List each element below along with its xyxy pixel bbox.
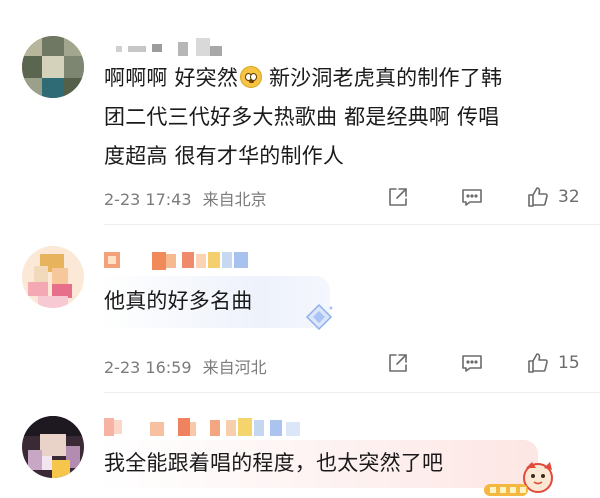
comment-actions: 32 <box>380 182 600 212</box>
comment-location: 来自北京 <box>202 190 267 209</box>
thumb-up-icon <box>528 187 548 207</box>
share-icon <box>389 188 407 206</box>
comment-icon <box>462 189 482 206</box>
avatar[interactable] <box>22 246 84 308</box>
thinking-emoji-icon <box>240 66 263 88</box>
username-mosaic[interactable] <box>116 38 226 60</box>
comment-meta: 2-23 16:59 来自河北 <box>104 354 273 378</box>
diamond-badge-icon <box>304 302 334 332</box>
comment-location: 来自河北 <box>202 358 267 377</box>
comment-icon <box>462 355 482 372</box>
like-count: 32 <box>558 187 580 207</box>
comment-actions: 15 <box>380 348 600 378</box>
share-button[interactable] <box>386 182 410 212</box>
like-button[interactable]: 15 <box>526 348 580 378</box>
like-button[interactable]: 32 <box>526 182 580 212</box>
comment-text: 我全能跟着唱的程度，也太突然了吧 <box>104 451 444 475</box>
share-icon <box>389 354 407 372</box>
thumb-up-icon <box>528 353 548 373</box>
reply-button[interactable] <box>460 348 484 378</box>
divider <box>104 224 600 225</box>
avatar[interactable] <box>22 36 84 98</box>
username-mosaic[interactable] <box>104 418 304 440</box>
avatar[interactable] <box>22 416 84 478</box>
comment-date: 2-23 16:59 <box>104 358 192 377</box>
comment-meta: 2-23 17:43 来自北京 <box>104 186 273 210</box>
like-count: 15 <box>558 353 580 373</box>
reply-button[interactable] <box>460 182 484 212</box>
username-mosaic[interactable] <box>104 250 264 272</box>
comment-date: 2-23 17:43 <box>104 190 192 209</box>
comment-text: 啊啊啊 好突然 新沙洞老虎真的制作了韩 团二代三代好多大热歌曲 都是经典啊 传唱… <box>104 66 503 168</box>
comment-item: 他真的好多名曲 2-23 16:59 来自河北 15 <box>0 226 600 394</box>
new-year-sticker-icon <box>482 460 562 498</box>
divider <box>104 392 600 393</box>
comment-item: 我全能跟着唱的程度，也太突然了吧 <box>0 394 600 498</box>
comment-item: 啊啊啊 好突然 新沙洞老虎真的制作了韩 团二代三代好多大热歌曲 都是经典啊 传唱… <box>0 0 600 226</box>
share-button[interactable] <box>386 348 410 378</box>
comment-text: 他真的好多名曲 <box>104 289 253 313</box>
